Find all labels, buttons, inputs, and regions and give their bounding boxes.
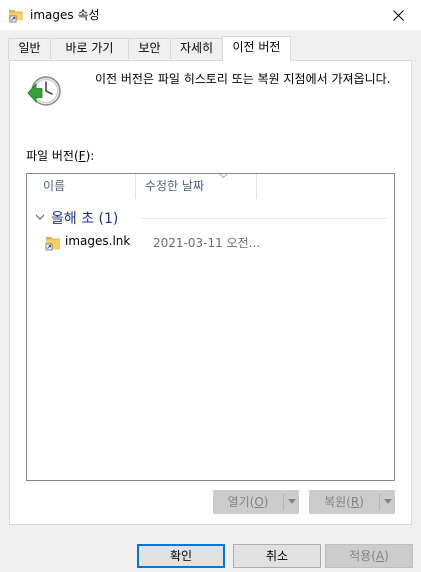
file-history-clock-icon xyxy=(26,73,62,109)
tab-general[interactable]: 일반 xyxy=(8,38,51,59)
ok-button[interactable]: 확인 xyxy=(137,544,225,568)
group-title: 올해 초 (1) xyxy=(51,211,119,227)
cancel-button[interactable]: 취소 xyxy=(233,544,321,568)
file-date-modified: 2021-03-11 오전... xyxy=(153,236,261,250)
group-header[interactable]: 올해 초 (1) xyxy=(35,208,387,228)
tab-previous-versions[interactable]: 이전 버전 xyxy=(222,36,291,61)
list-item[interactable]: images.lnk 2021-03-11 오전... xyxy=(43,234,343,252)
tab-panel: 이전 버전은 파일 히스토리 또는 복원 지점에서 가져옵니다. 파일 버전(F… xyxy=(9,60,412,525)
tab-shortcut[interactable]: 바로 가기 xyxy=(50,38,129,59)
file-name: images.lnk xyxy=(65,234,131,248)
shortcut-folder-icon xyxy=(45,235,61,251)
file-versions-label: 파일 버전(F): xyxy=(26,149,95,163)
restore-button[interactable]: 복원(R) xyxy=(310,491,378,513)
open-split-button[interactable]: 열기(O) xyxy=(213,490,299,514)
column-header-name[interactable]: 이름 xyxy=(35,174,135,199)
chevron-down-icon[interactable] xyxy=(288,499,296,504)
column-divider xyxy=(135,174,136,199)
column-header-date-modified[interactable]: 수정한 날짜 xyxy=(137,174,257,199)
split-divider xyxy=(379,494,380,510)
chevron-down-icon[interactable] xyxy=(384,499,392,504)
column-divider xyxy=(256,174,257,199)
description-text: 이전 버전은 파일 히스토리 또는 복원 지점에서 가져옵니다. xyxy=(95,72,391,86)
file-versions-list[interactable]: 이름 수정한 날짜 올해 초 (1) images.lnk 2021-03-11… xyxy=(26,173,395,481)
split-divider xyxy=(283,494,284,510)
close-button[interactable] xyxy=(375,0,421,30)
chevron-down-icon xyxy=(35,214,45,220)
open-button[interactable]: 열기(O) xyxy=(214,491,282,513)
tab-details[interactable]: 자세히 xyxy=(170,38,223,59)
restore-split-button[interactable]: 복원(R) xyxy=(309,490,395,514)
apply-button[interactable]: 적용(A) xyxy=(325,544,413,568)
list-header: 이름 수정한 날짜 xyxy=(27,173,394,199)
close-icon xyxy=(392,9,404,21)
title-bar: images 속성 xyxy=(0,0,421,30)
group-divider xyxy=(141,218,387,219)
window-title: images 속성 xyxy=(30,8,100,22)
folder-icon xyxy=(8,7,24,23)
tab-security[interactable]: 보안 xyxy=(128,38,171,59)
